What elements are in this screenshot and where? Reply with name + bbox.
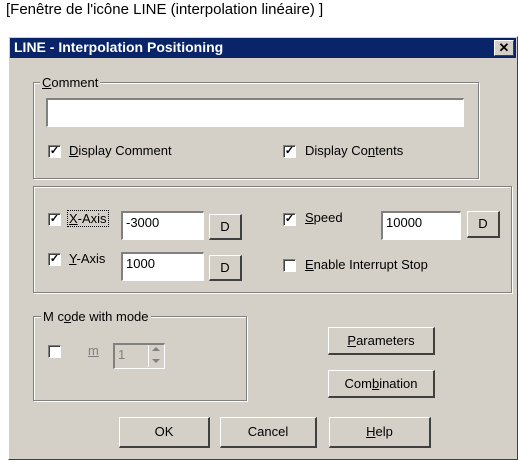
speed-d-button[interactable]: D [467,211,500,238]
cancel-button[interactable]: Cancel [220,417,317,448]
y-axis-label[interactable]: Y-Axis [69,251,105,266]
comment-input[interactable] [46,98,464,127]
display-contents-checkbox[interactable]: ✓ [283,145,296,158]
speed-input[interactable]: 10000 [381,211,461,240]
x-axis-d-button[interactable]: D [209,214,242,240]
y-axis-input[interactable]: 1000 [121,252,204,281]
interrupt-stop-label[interactable]: Enable Interrupt Stop [305,257,428,272]
display-comment-checkbox[interactable]: ✓ [48,145,61,158]
m-spin-buttons[interactable] [148,345,163,367]
comment-legend-text: omment [51,75,99,90]
mcode-legend: M code with mode [41,309,151,324]
display-contents-label[interactable]: Display Contents [305,143,403,158]
interrupt-stop-checkbox[interactable] [283,259,296,272]
display-comment-label[interactable]: Display Comment [69,143,172,158]
page-caption: [Fenêtre de l'icône LINE (interpolation … [6,1,324,18]
m-checkbox[interactable] [48,345,61,358]
speed-label[interactable]: Speed [305,210,343,225]
m-label[interactable]: m [88,343,99,358]
parameters-button[interactable]: Parameters [328,327,435,355]
comment-legend: Comment [40,75,101,90]
comment-group [33,82,479,179]
spin-down-icon[interactable] [152,359,160,363]
x-axis-label[interactable]: X-Axis [67,210,109,227]
close-icon: ✕ [498,40,510,55]
help-button[interactable]: Help [329,417,431,448]
y-axis-d-button[interactable]: D [209,255,242,281]
ok-button[interactable]: OK [119,417,210,448]
display-comment-label-rest: isplay Comment [78,143,172,158]
spin-up-icon[interactable] [152,347,160,351]
x-axis-input[interactable]: -3000 [121,211,204,240]
y-axis-checkbox[interactable]: ✓ [48,253,61,266]
x-axis-checkbox[interactable]: ✓ [48,213,61,226]
close-button[interactable]: ✕ [494,40,514,56]
speed-checkbox[interactable]: ✓ [283,213,296,226]
dialog-title: LINE - Interpolation Positioning [14,39,224,55]
combination-button[interactable]: Combination [328,370,435,398]
